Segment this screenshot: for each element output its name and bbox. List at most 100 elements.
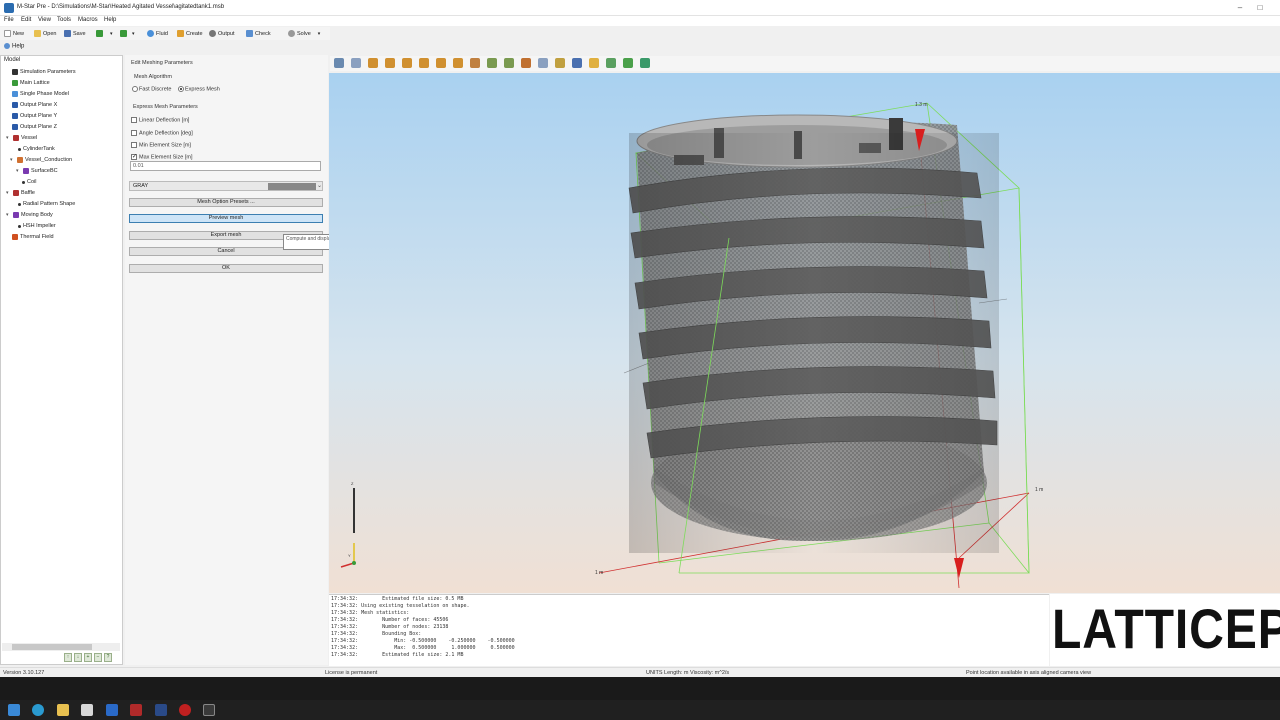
app-icon[interactable] [130, 704, 142, 716]
tree-item[interactable]: Single Phase Model [12, 91, 69, 97]
tree-item[interactable]: ▾ Baffle [6, 190, 35, 196]
redo-dropdown[interactable]: ▾ [132, 29, 135, 38]
ok-button[interactable]: OK [129, 264, 323, 273]
preview-mesh-button[interactable]: Preview mesh [129, 214, 323, 223]
tree-item[interactable]: ▾ Moving Body [6, 212, 53, 218]
max-element-checkbox[interactable]: Max Element Size [m] [131, 153, 193, 160]
tree-item[interactable]: HSH Impeller [18, 223, 56, 229]
maximize-button[interactable]: □ [1254, 2, 1266, 14]
windows-start-icon[interactable] [8, 704, 20, 716]
view-top-icon[interactable] [402, 58, 412, 68]
layers-icon[interactable] [606, 58, 616, 68]
mstar-icon[interactable] [203, 704, 215, 716]
app-icon[interactable] [155, 704, 167, 716]
new-file-icon [4, 30, 11, 37]
taskbar-area [0, 677, 1280, 700]
solve-button[interactable]: Solve ▾ [288, 29, 320, 38]
tree-item[interactable]: Simulation Parameters [12, 69, 76, 75]
tree-item[interactable]: Main Lattice [12, 80, 50, 86]
console-line: 17:34:32: Estimated file size: 2.1 MB [331, 652, 464, 658]
tree-item[interactable]: ▾ Vessel [6, 135, 37, 141]
fast-discrete-radio[interactable]: Fast Discrete [132, 86, 171, 92]
edge-icon[interactable] [32, 704, 44, 716]
add-button[interactable]: + [84, 653, 92, 662]
dimension-label-top: 1.3 m [915, 102, 928, 108]
undo-dropdown[interactable]: ▾ [110, 29, 113, 38]
lattice-icon [12, 80, 18, 86]
help-link[interactable]: Help [4, 43, 24, 50]
view-back-icon[interactable] [385, 58, 395, 68]
menu-edit[interactable]: Edit [21, 17, 31, 23]
redo-button[interactable] [120, 29, 127, 38]
angle-deflection-checkbox[interactable]: Angle Deflection [deg] [131, 130, 193, 136]
mail-icon[interactable] [106, 704, 118, 716]
new-button[interactable]: New [4, 29, 24, 38]
reset-view-icon[interactable] [504, 58, 514, 68]
mesh-presets-button[interactable]: Mesh Option Presets ... [129, 198, 323, 207]
clip-icon[interactable] [572, 58, 582, 68]
view-right-icon[interactable] [453, 58, 463, 68]
screenshot-icon[interactable] [623, 58, 633, 68]
color-bar-icon[interactable] [589, 58, 599, 68]
view-left-icon[interactable] [436, 58, 446, 68]
scrollbar-thumb[interactable] [12, 644, 92, 650]
tree-item[interactable]: CylinderTank [18, 146, 55, 152]
view-iso-icon[interactable] [470, 58, 480, 68]
fit-all-icon[interactable] [334, 58, 344, 68]
menu-tools[interactable]: Tools [57, 17, 71, 23]
expand-icon[interactable]: ▾ [6, 190, 11, 196]
tree-item[interactable]: Thermal Field [12, 234, 54, 240]
express-mesh-radio[interactable]: Express Mesh [178, 86, 220, 92]
check-button[interactable]: Check [246, 29, 271, 38]
measure-icon[interactable] [538, 58, 548, 68]
tree-item[interactable]: ▾ SurfaceBC [16, 168, 58, 174]
output-button[interactable]: Output [209, 29, 235, 38]
folder-icon [34, 30, 41, 37]
menu-view[interactable]: View [38, 17, 51, 23]
expand-icon[interactable]: ▾ [6, 212, 11, 218]
tree-item-label: Vessel [21, 135, 38, 141]
move-up-button[interactable]: ↑ [64, 653, 72, 662]
tree-item[interactable]: Radial Pattern Shape [18, 201, 75, 207]
light-icon[interactable] [555, 58, 565, 68]
tree-horizontal-scrollbar[interactable] [2, 643, 120, 651]
tree-item[interactable]: Coil [22, 179, 36, 185]
expand-icon[interactable]: ▾ [6, 135, 11, 141]
fluid-button[interactable]: Fluid [147, 29, 168, 38]
help-button[interactable]: ? [104, 653, 112, 662]
save-button[interactable]: Save [64, 29, 86, 38]
linear-deflection-checkbox[interactable]: Linear Deflection [m] [131, 117, 189, 123]
create-button[interactable]: Create [177, 29, 203, 38]
tree-item[interactable]: Output Plane Y [12, 113, 57, 119]
file-explorer-icon[interactable] [57, 704, 69, 716]
view-bottom-icon[interactable] [419, 58, 429, 68]
open-button[interactable]: Open [34, 29, 56, 38]
max-element-size-input[interactable]: 0.01 [130, 161, 321, 171]
remove-button[interactable]: − [94, 653, 102, 662]
tree-item[interactable]: Output Plane Z [12, 124, 57, 130]
notes-icon[interactable] [81, 704, 93, 716]
3d-viewport[interactable]: 1.3 m 1 m 1 m Z Y [329, 73, 1280, 593]
zoom-icon[interactable] [351, 58, 361, 68]
expand-icon[interactable]: ▾ [10, 157, 15, 163]
point-status: Point location available in axis aligned… [966, 670, 1092, 676]
checkbox-indicator [131, 153, 137, 160]
undo-button[interactable] [96, 29, 103, 38]
recorder-icon[interactable] [179, 704, 191, 716]
axes-icon[interactable] [521, 58, 531, 68]
mesh-color-select[interactable]: GRAY ⌄ [129, 181, 323, 191]
export-view-icon[interactable] [640, 58, 650, 68]
rotate-icon[interactable] [487, 58, 497, 68]
tree-item[interactable]: Output Plane X [12, 102, 57, 108]
min-element-checkbox[interactable]: Min Element Size [m] [131, 142, 191, 148]
menu-file[interactable]: File [4, 17, 14, 23]
mesh-render[interactable] [329, 73, 1280, 593]
menu-macros[interactable]: Macros [78, 17, 98, 23]
expand-icon[interactable]: ▾ [16, 168, 21, 174]
minimize-button[interactable]: – [1234, 2, 1246, 14]
console-log[interactable]: 17:34:32: Estimated file size: 0.5 MB 17… [329, 594, 1049, 666]
menu-help[interactable]: Help [104, 17, 116, 23]
move-down-button[interactable]: ↓ [74, 653, 82, 662]
view-front-icon[interactable] [368, 58, 378, 68]
tree-item[interactable]: ▾ Vessel_Conduction [10, 157, 72, 163]
